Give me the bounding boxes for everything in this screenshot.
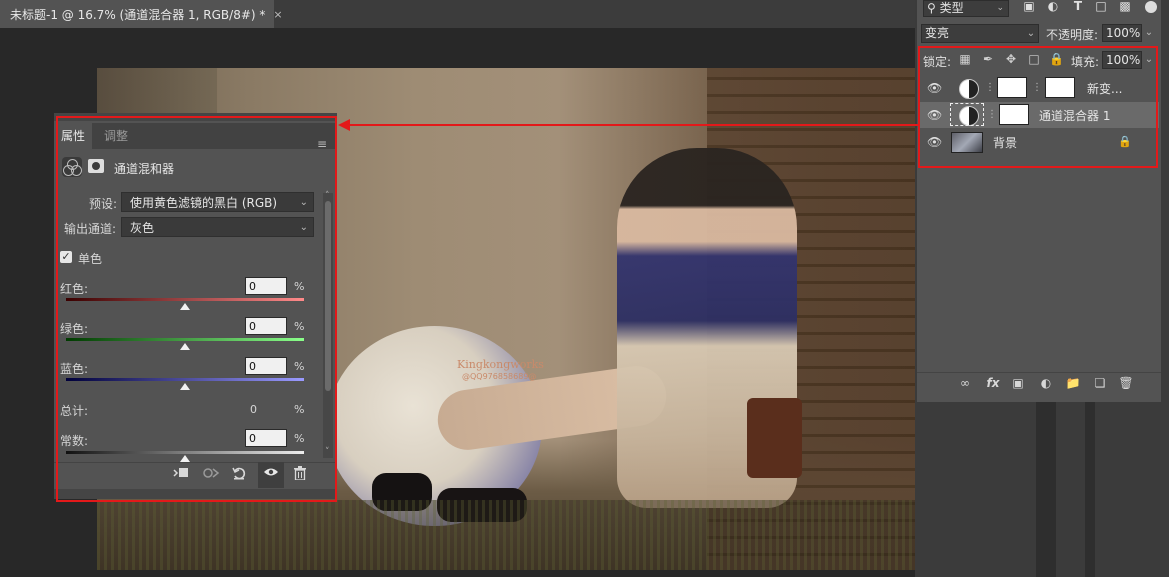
- watermark-subtitle: @QQ976858689@: [462, 372, 537, 381]
- annotation-arrowhead: [338, 119, 350, 131]
- layer-filter-dropdown[interactable]: ⚲ 类型 ⌄: [923, 0, 1009, 17]
- opacity-label: 不透明度:: [1046, 28, 1099, 42]
- annotation-arrow-line: [350, 124, 918, 126]
- layer-filter-value: 类型: [939, 1, 964, 15]
- new-group-icon[interactable]: 📁: [1065, 375, 1081, 391]
- add-mask-icon[interactable]: ▣: [1010, 375, 1026, 391]
- new-layer-icon[interactable]: ❏: [1092, 375, 1108, 391]
- close-icon[interactable]: ×: [273, 8, 282, 21]
- document-tab-title: 未标题-1 @ 16.7% (通道混合器 1, RGB/8#) *: [10, 7, 266, 22]
- layers-scrollbar[interactable]: [1161, 0, 1169, 402]
- chevron-down-icon: ⌄: [1026, 28, 1036, 39]
- delete-layer-icon[interactable]: 🗑: [1118, 375, 1134, 391]
- watermark-title: Kingkongworks: [457, 358, 544, 371]
- blend-mode-value: 变亮: [925, 26, 950, 40]
- smart-object-filter-icon[interactable]: ▩: [1118, 0, 1132, 13]
- adjustment-filter-icon[interactable]: ◐: [1046, 0, 1060, 13]
- annotation-box-properties: [56, 116, 337, 502]
- dock-divider: [1085, 402, 1095, 577]
- opacity-input[interactable]: 100%: [1102, 24, 1142, 42]
- search-icon: ⚲: [927, 1, 936, 15]
- pixel-filter-icon[interactable]: ▣: [1022, 0, 1036, 13]
- new-adjustment-icon[interactable]: ◐: [1038, 375, 1054, 391]
- blend-mode-dropdown[interactable]: 变亮 ⌄: [921, 24, 1039, 43]
- document-tab[interactable]: 未标题-1 @ 16.7% (通道混合器 1, RGB/8#) * ×: [0, 0, 283, 28]
- link-layers-icon[interactable]: ∞: [957, 375, 973, 391]
- chevron-down-icon: ⌄: [996, 3, 1004, 13]
- chevron-down-icon[interactable]: ⌄: [1142, 24, 1156, 42]
- shape-filter-icon[interactable]: □: [1094, 0, 1108, 13]
- annotation-box-layers: [918, 46, 1158, 168]
- filter-toggle-icon[interactable]: [1145, 1, 1157, 13]
- type-filter-icon[interactable]: T: [1071, 0, 1085, 13]
- dock-divider: [1036, 402, 1056, 577]
- fx-icon[interactable]: fx: [985, 375, 1001, 391]
